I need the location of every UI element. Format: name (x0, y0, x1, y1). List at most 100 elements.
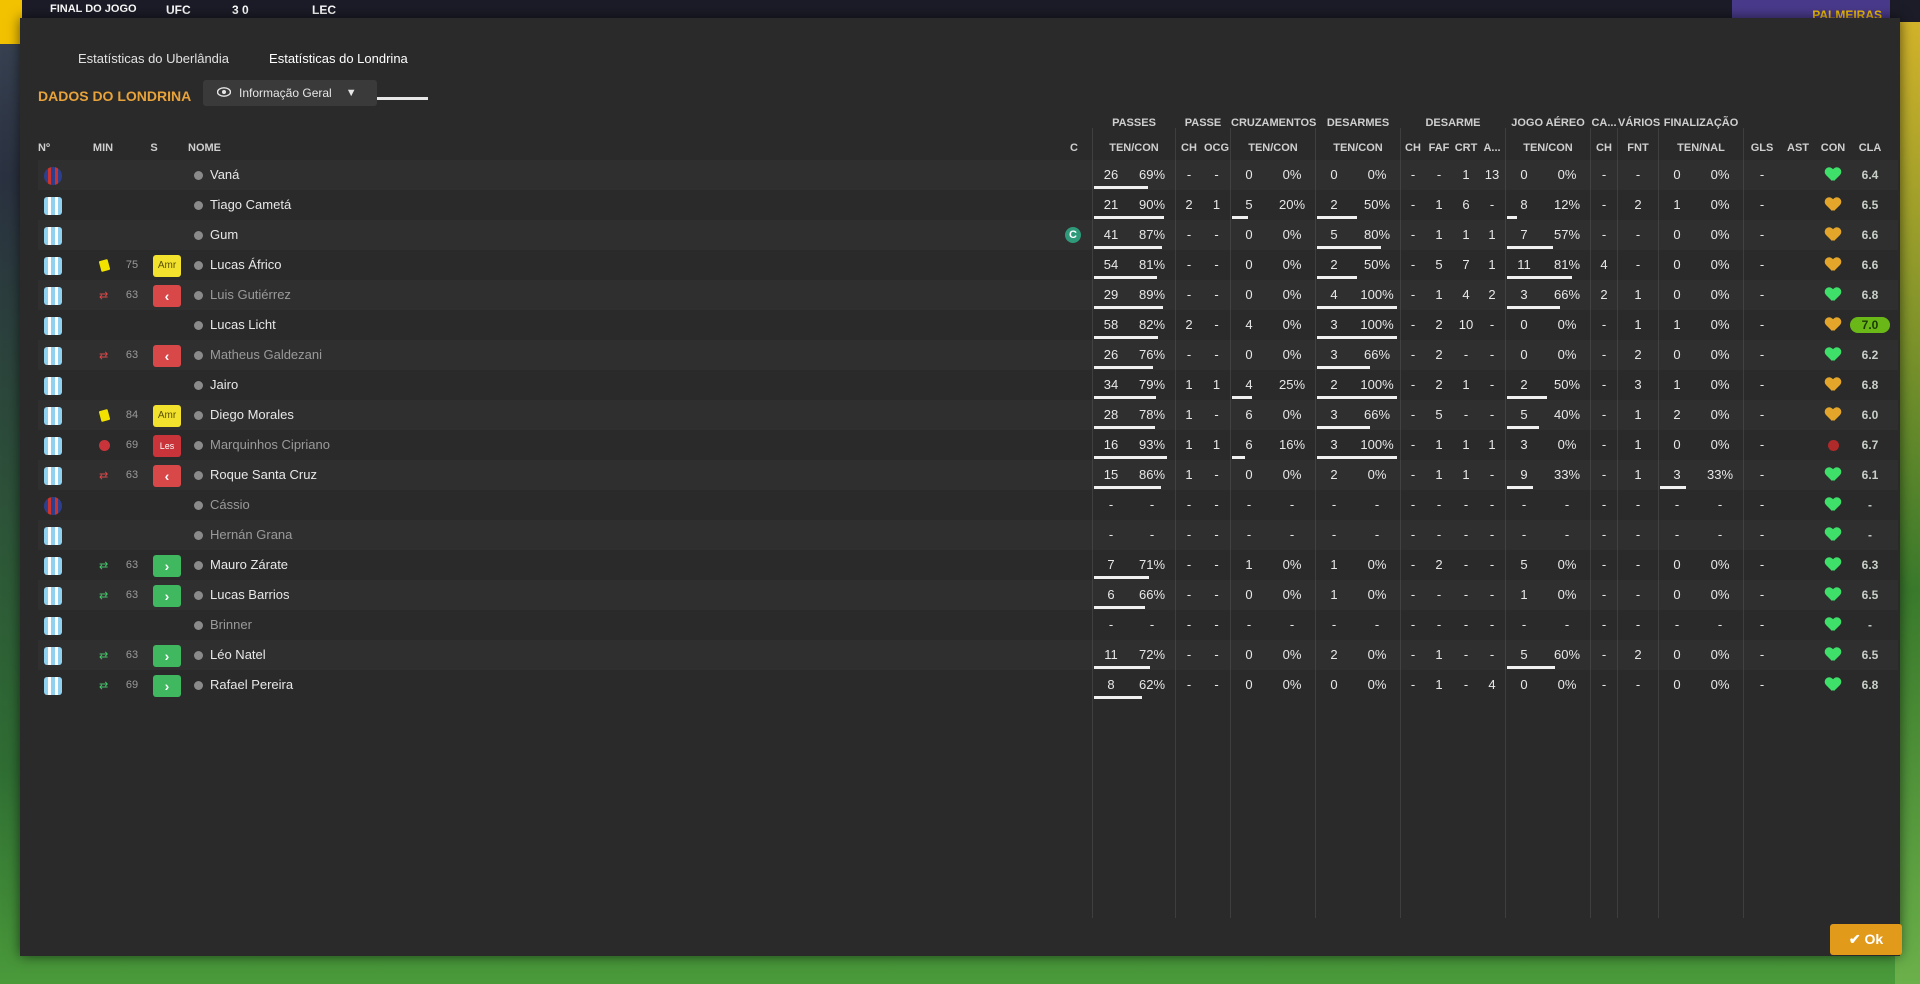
col-header-ja_tc[interactable]: TEN/CON (1506, 138, 1590, 158)
col-header-min[interactable]: MIN (88, 138, 118, 158)
col-header-c[interactable]: C (1068, 138, 1080, 158)
stat-d-a: - (1489, 377, 1495, 392)
sub-in-icon: ⇄ (99, 650, 109, 662)
stat-fnt: 2 (1634, 647, 1642, 662)
stat-d-faf: - (1436, 617, 1442, 632)
player-name[interactable]: Lucas Licht (210, 310, 276, 340)
table-row[interactable]: ⇄ 63 ‹ Roque Santa Cruz 15 86% 1-0 0% 2 0% -1 1-9 33… (38, 460, 1898, 490)
rating: - (1868, 528, 1872, 542)
table-row[interactable]: ⇄ 69 › Rafael Pereira 8 62% - -0 0% 0 0% -1-4 0 0% - -0… (38, 670, 1898, 700)
person-icon (194, 561, 203, 570)
stat-percent: 0% (1710, 317, 1730, 332)
col-header-ca_ch[interactable]: CH (1591, 138, 1617, 158)
player-name[interactable]: Hernán Grana (210, 520, 292, 550)
col-header-gls[interactable]: GLS (1744, 138, 1780, 158)
table-row[interactable]: Cássio - - - - - - - - - - - - - - - - - - - - (38, 490, 1898, 520)
stat-d-a: - (1489, 497, 1495, 512)
check-icon: ✔ (1848, 931, 1861, 947)
table-row[interactable]: Tiago Cametá 21 90% 2 1 5 20% 2 50% -1 6-8 12% -2 1 0%… (38, 190, 1898, 220)
table-row[interactable]: ⇄ 63 › Mauro Zárate 7 71% - -1 0% 1 0% -2- -5 0% - -0 0%… (38, 550, 1898, 580)
col-header-fin_tn[interactable]: TEN/NAL (1659, 138, 1743, 158)
player-name[interactable]: Cássio (210, 490, 250, 520)
player-name[interactable]: Mauro Zárate (210, 550, 288, 580)
player-name[interactable]: Matheus Galdezani (210, 340, 322, 370)
col-header-d_crt[interactable]: CRT (1453, 138, 1479, 158)
view-dropdown[interactable]: Informação Geral ▼ (203, 80, 377, 106)
progress-bar (1317, 246, 1381, 249)
col-header-d_faf[interactable]: FAF (1426, 138, 1452, 158)
stat-d-faf: 5 (1435, 257, 1443, 272)
stat-percent: 0% (1367, 557, 1387, 572)
stat-value: 0 (1245, 257, 1253, 272)
stat-percent: 0% (1367, 587, 1387, 602)
col-header-cruz_tc[interactable]: TEN/CON (1231, 138, 1315, 158)
col-header-d_a[interactable]: A... (1480, 138, 1504, 158)
col-header-s[interactable]: S (146, 138, 162, 158)
table-row[interactable]: 69 Les Marquinhos Cipriano 16 93% 1 1 6 16% 3 100%… (38, 430, 1898, 460)
stat-value: 2 (1330, 467, 1338, 482)
col-header-passe_ocg[interactable]: OCG (1203, 138, 1230, 158)
table-row[interactable]: 75 Amr Lucas Áfrico 54 81% - -0 0% 2 50% -5 7 1 11 81%… (38, 250, 1898, 280)
stat-passe-ocg: - (1214, 527, 1219, 542)
stat-percent: 20% (1278, 197, 1306, 212)
table-row[interactable]: Lucas Licht 58 82% 2-4 0% 3 100% -2 10-0 0% -1 1 0% -… (38, 310, 1898, 340)
player-name[interactable]: Léo Natel (210, 640, 266, 670)
stat-value: 0 (1673, 557, 1681, 572)
col-header-num[interactable]: Nº (38, 138, 58, 158)
stat-gls: - (1759, 437, 1765, 452)
table-row[interactable]: Brinner - - - - - - - - - - - - - - - - - - - - (38, 610, 1898, 640)
col-header-name[interactable]: NOME (188, 138, 248, 158)
stats-dialog: Estatísticas do Uberlândia Estatísticas … (20, 18, 1902, 956)
table-row[interactable]: ⇄ 63 › Lucas Barrios 6 66% - -0 0% 1 0% - - - -1 0% - -0 0… (38, 580, 1898, 610)
col-header-cla[interactable]: CLA (1853, 138, 1887, 158)
table-row[interactable]: Gum C 41 87% - -0 0% 5 80% -1 1 1 7 57% - -0 0% -6.6 (38, 220, 1898, 250)
ok-button[interactable]: ✔ Ok (1830, 924, 1902, 955)
col-header-con[interactable]: CON (1816, 138, 1850, 158)
rating: 6.8 (1861, 378, 1879, 392)
player-name[interactable]: Lucas Barrios (210, 580, 289, 610)
minute: 84 (125, 409, 139, 421)
table-row[interactable]: ⇄ 63 ‹ Matheus Galdezani 26 76% - -0 0% 3 66% -2- -0… (38, 340, 1898, 370)
col-header-pass_tc[interactable]: TEN/CON (1093, 138, 1175, 158)
shirt-icon (42, 465, 64, 487)
minute (118, 520, 146, 550)
col-header-fnt[interactable]: FNT (1618, 138, 1658, 158)
shirt-icon (42, 645, 64, 667)
player-name[interactable]: Marquinhos Cipriano (210, 430, 330, 460)
player-name[interactable]: Jairo (210, 370, 238, 400)
col-header-ast[interactable]: AST (1781, 138, 1815, 158)
stat-gls: - (1759, 287, 1765, 302)
stat-d-a: - (1489, 407, 1495, 422)
table-row[interactable]: ⇄ 63 ‹ Luis Gutiérrez 29 89% - -0 0% 4 100% -1 4 2 3 66… (38, 280, 1898, 310)
stat-gls: - (1759, 527, 1765, 542)
player-name[interactable]: Luis Gutiérrez (210, 280, 291, 310)
player-name[interactable]: Rafael Pereira (210, 670, 293, 700)
shirt-icon (42, 615, 64, 637)
table-row[interactable]: Vaná 26 69% - -0 0% 0 0% - -1 13 0 0% - -0 0% -6.4 (38, 160, 1898, 190)
stat-value: 1 (1330, 557, 1338, 572)
stat-ca-ch: 4 (1600, 257, 1608, 272)
player-name[interactable]: Lucas Áfrico (210, 250, 282, 280)
condition-heart-icon (1825, 198, 1841, 212)
stat-d-crt: 1 (1462, 377, 1470, 392)
injury-icon (99, 440, 110, 451)
player-name[interactable]: Diego Morales (210, 400, 294, 430)
table-row[interactable]: Jairo 34 79% 1 1 4 25% 2 100% -2 1-2 50% -3 1 0% -6.8 (38, 370, 1898, 400)
col-header-d_ch[interactable]: CH (1401, 138, 1425, 158)
table-row[interactable]: ⇄ 63 › Léo Natel 11 72% - -0 0% 2 0% -1- -5 60% -2 0 0% -… (38, 640, 1898, 670)
person-icon (194, 471, 203, 480)
col-header-des_tc[interactable]: TEN/CON (1316, 138, 1400, 158)
progress-bar (1317, 216, 1357, 219)
progress-bar (1507, 276, 1572, 279)
player-name[interactable]: Brinner (210, 610, 252, 640)
shirt-body (44, 437, 62, 455)
player-name[interactable]: Roque Santa Cruz (210, 460, 317, 490)
stat-value: 0 (1673, 437, 1681, 452)
player-name[interactable]: Vaná (210, 160, 239, 190)
table-row[interactable]: Hernán Grana - - - - - - - - - - - - - - - - - - - - (38, 520, 1898, 550)
col-header-passe_ch[interactable]: CH (1176, 138, 1202, 158)
player-name[interactable]: Tiago Cametá (210, 190, 291, 220)
table-row[interactable]: 84 Amr Diego Morales 28 78% 1-6 0% 3 66% -5- -5 40%… (38, 400, 1898, 430)
player-name[interactable]: Gum (210, 220, 238, 250)
stat-value: - (1246, 617, 1252, 632)
